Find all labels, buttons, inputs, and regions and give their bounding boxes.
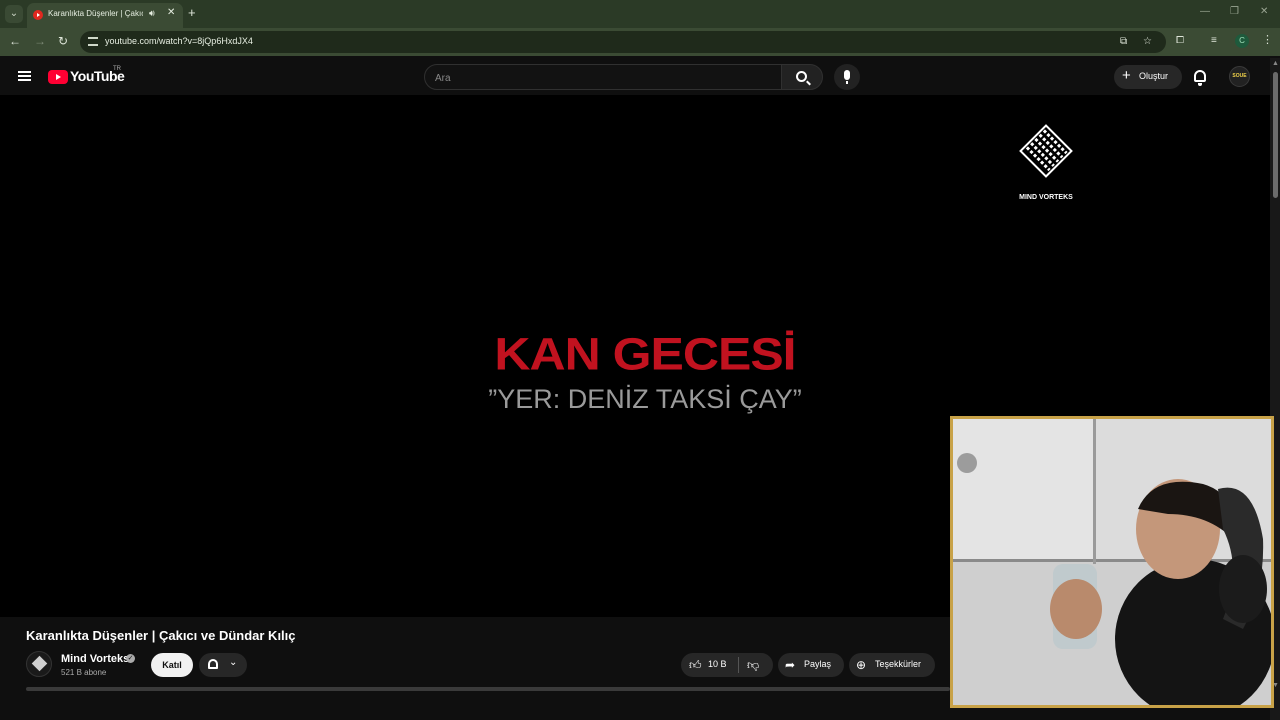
browser-tab[interactable]: Karanlıkta Düşenler | Çakıcı ve Dündar K… <box>27 3 183 28</box>
hamburger-menu-icon[interactable] <box>18 71 31 81</box>
video-subtitle-card: ”YER: DENİZ TAKSİ ÇAY” <box>488 384 802 414</box>
brand-name: MIND VORTEKS <box>1019 194 1073 201</box>
forward-icon[interactable]: → <box>34 34 46 48</box>
media-controls-icon[interactable]: ≡ <box>1211 35 1217 46</box>
share-label: Paylaş <box>804 659 832 669</box>
share-button[interactable]: ➦ Paylaş <box>778 653 844 677</box>
window-close-icon[interactable]: ✕ <box>1260 6 1268 17</box>
verified-check-icon: ✓ <box>126 654 135 663</box>
browser-tab-bar: ⌄ Karanlıkta Düşenler | Çakıcı ve Dündar… <box>0 0 1280 28</box>
extensions-icon[interactable]: ⧠ <box>1176 35 1184 46</box>
bell-icon <box>208 659 218 669</box>
restore-icon[interactable]: ❐ <box>1230 6 1239 17</box>
url-text[interactable]: youtube.com/watch?v=8jQp6HxdJX4 <box>105 36 253 46</box>
thanks-button[interactable]: ⊕ Teşekkürler <box>849 653 935 677</box>
bookmark-star-icon[interactable]: ☆ <box>1143 36 1152 47</box>
site-info-icon[interactable] <box>88 37 98 46</box>
scroll-up-icon[interactable]: ▲ <box>1272 60 1279 67</box>
video-title-card: KAN GECESİ <box>494 328 796 380</box>
like-dislike-group: 👍︎ 10 B 👎︎ <box>681 653 773 677</box>
tab-search-button[interactable]: ⌄ <box>5 5 23 23</box>
tab-close-icon[interactable]: ✕ <box>167 7 175 18</box>
browser-toolbar: ← → ↻ youtube.com/watch?v=8jQp6HxdJX4 ⧉ … <box>0 28 1280 56</box>
notifications-bell-icon[interactable] <box>1194 70 1206 86</box>
youtube-header: YouTube TR + Oluştur SOUE <box>0 58 1270 95</box>
create-label: Oluştur <box>1139 71 1169 81</box>
video-title: Karanlıkta Düşenler | Çakıcı ve Dündar K… <box>26 628 296 643</box>
channel-name[interactable]: Mind Vorteks <box>61 653 129 665</box>
region-code: TR <box>113 66 121 72</box>
super-thanks-icon: ⊕ <box>856 658 867 672</box>
chevron-down-icon: ⌄ <box>229 657 238 668</box>
speaker-icon[interactable]: 🔊︎ <box>149 8 155 19</box>
search-icon <box>796 71 807 82</box>
thanks-label: Teşekkürler <box>875 659 922 669</box>
tab-title: Karanlıkta Düşenler | Çakıcı ve Dündar K… <box>48 9 143 18</box>
account-avatar[interactable]: SOUE <box>1229 66 1250 87</box>
join-button[interactable]: Katıl <box>151 653 193 677</box>
search-box[interactable] <box>424 64 782 90</box>
voice-search-button[interactable] <box>834 64 860 90</box>
plus-icon: + <box>1122 67 1131 84</box>
scroll-thumb[interactable] <box>1273 72 1278 198</box>
youtube-favicon-icon <box>33 10 43 20</box>
mind-vorteks-logo-icon <box>1019 124 1073 178</box>
thumbs-down-icon[interactable]: 👎︎ <box>747 657 759 673</box>
like-count[interactable]: 10 B <box>708 659 727 669</box>
like-divider <box>738 657 739 673</box>
minimize-icon[interactable]: — <box>1200 6 1210 17</box>
profile-avatar[interactable]: C <box>1235 34 1249 48</box>
create-button[interactable]: + Oluştur <box>1114 65 1182 89</box>
content-divider <box>26 687 950 691</box>
channel-logo-icon <box>31 655 48 672</box>
new-tab-button[interactable]: + <box>188 5 196 20</box>
share-arrow-icon: ➦ <box>785 658 796 672</box>
browser-menu-icon[interactable]: ⋮ <box>1262 33 1273 46</box>
webcam-overlay <box>950 416 1274 708</box>
address-bar[interactable]: youtube.com/watch?v=8jQp6HxdJX4 ⧉ ☆ <box>80 31 1166 53</box>
notification-settings-button[interactable]: ⌄ <box>199 653 247 677</box>
search-button[interactable] <box>781 64 823 90</box>
install-app-icon[interactable]: ⧉ <box>1120 36 1127 47</box>
reload-icon[interactable]: ↻ <box>58 34 68 48</box>
youtube-logo-icon[interactable] <box>48 70 68 84</box>
channel-avatar[interactable] <box>26 651 52 677</box>
microphone-icon <box>844 70 850 84</box>
thumbs-up-icon[interactable]: 👍︎ <box>689 657 702 673</box>
back-icon[interactable]: ← <box>9 34 21 48</box>
search-input[interactable] <box>435 71 765 85</box>
webcam-feed-image <box>953 419 1271 705</box>
subscriber-count: 521 B abone <box>61 668 107 677</box>
